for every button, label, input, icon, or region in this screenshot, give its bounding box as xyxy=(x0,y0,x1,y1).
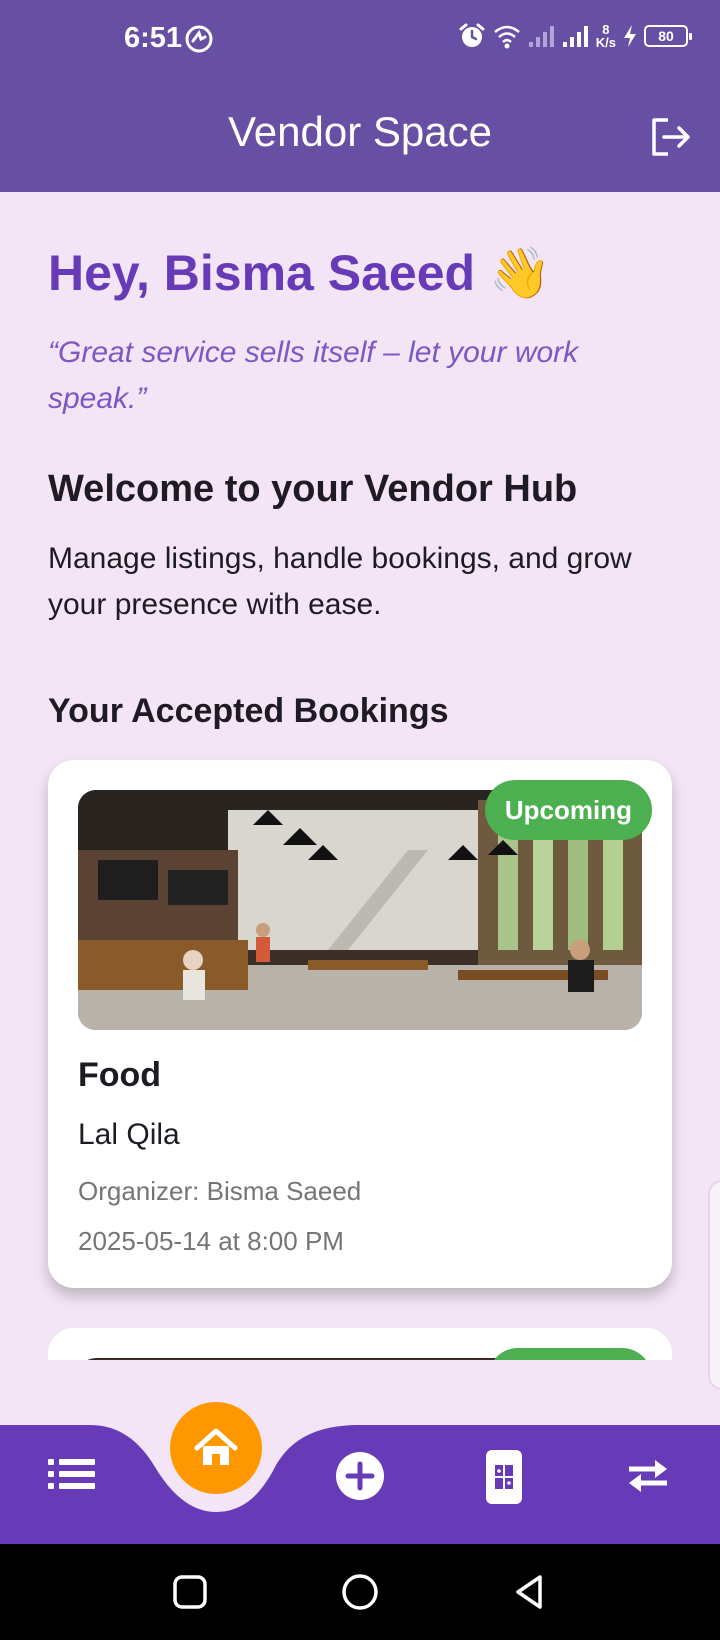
booking-card[interactable]: Upcoming Food Lal Qila Organizer: Bisma … xyxy=(48,760,672,1288)
net-speed: 8 K/s xyxy=(595,22,616,50)
list-icon xyxy=(48,1459,95,1489)
logout-icon[interactable] xyxy=(648,114,694,160)
ticket-icon xyxy=(486,1450,522,1504)
wifi-icon xyxy=(493,25,520,49)
battery-indicator: 80 xyxy=(644,25,692,47)
swap-icon xyxy=(629,1460,667,1492)
alarm-icon xyxy=(459,23,485,47)
back-icon[interactable] xyxy=(510,1572,550,1612)
welcome-description: Manage listings, handle bookings, and gr… xyxy=(48,542,632,621)
bookings-section-title: Your Accepted Bookings xyxy=(48,692,449,730)
app-bar: Vendor Space xyxy=(0,80,720,192)
main-content[interactable]: Hey, Bisma Saeed 👋 “Great service sells … xyxy=(0,192,720,1360)
nav-listings-button[interactable] xyxy=(46,1452,98,1496)
home-icon xyxy=(194,1428,238,1465)
add-circle-icon xyxy=(336,1452,384,1500)
nav-bookings-button[interactable] xyxy=(484,1448,524,1506)
vpn-icon xyxy=(185,25,213,53)
signal-icon xyxy=(562,26,588,47)
recents-icon[interactable] xyxy=(170,1572,210,1612)
booking-datetime: 2025-05-14 at 8:00 PM xyxy=(78,1226,344,1256)
signal-weak-icon xyxy=(528,26,554,47)
booking-organizer: Organizer: Bisma Saeed xyxy=(78,1176,362,1206)
welcome-title: Welcome to your Vendor Hub xyxy=(48,468,578,510)
system-nav-bar xyxy=(0,1544,720,1640)
status-badge: Upcoming xyxy=(484,780,652,840)
nav-add-button[interactable] xyxy=(334,1450,386,1502)
booking-title: Food xyxy=(78,1056,162,1094)
booking-venue: Lal Qila xyxy=(78,1118,180,1151)
nav-switch-button[interactable] xyxy=(624,1454,672,1498)
status-time: 6:51 xyxy=(124,22,183,54)
greeting-heading: Hey, Bisma Saeed 👋 xyxy=(48,245,552,301)
motivational-quote: “Great service sells itself – let your w… xyxy=(48,336,579,415)
home-nav-icon[interactable] xyxy=(340,1572,380,1612)
charging-icon xyxy=(624,25,636,47)
status-bar: 6:51 8 K/s 80 xyxy=(0,0,720,80)
status-icons: 8 K/s 80 xyxy=(458,22,692,50)
home-button[interactable] xyxy=(170,1402,262,1494)
app-title: Vendor Space xyxy=(228,108,492,155)
bottom-nav-bar xyxy=(0,1425,720,1544)
